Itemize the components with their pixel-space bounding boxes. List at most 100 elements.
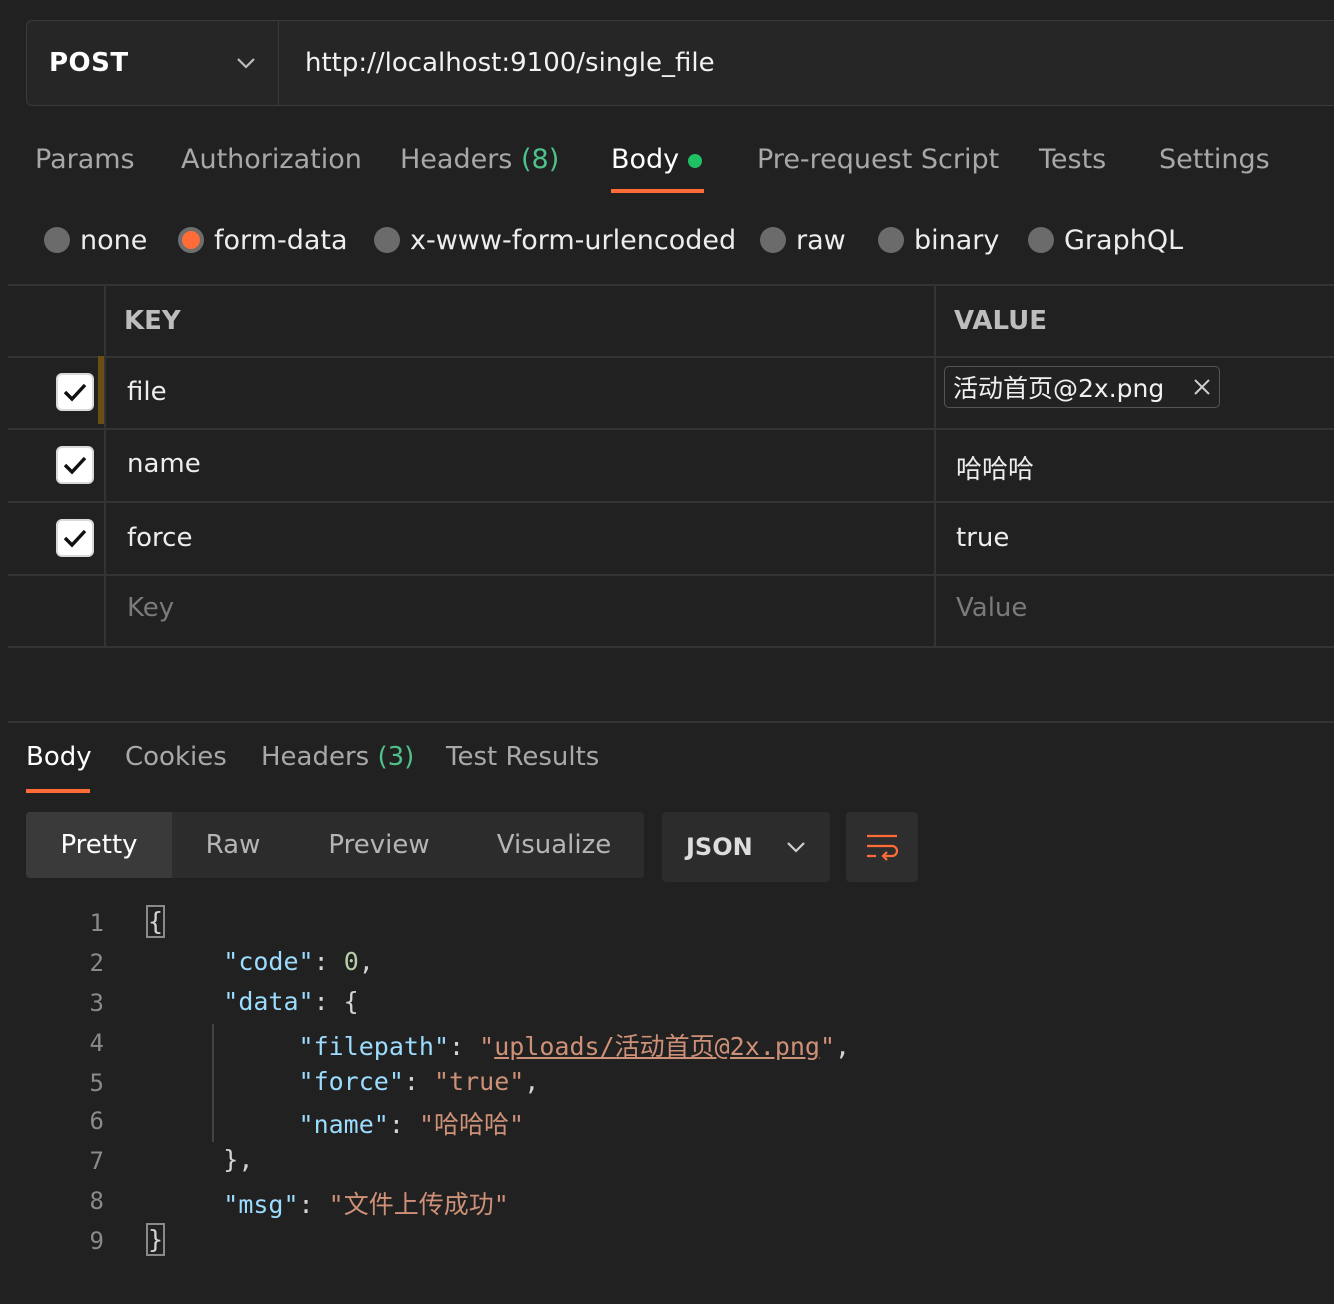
row-drag-handle[interactable] xyxy=(98,356,104,424)
tab-pre-request-script[interactable]: Pre-request Script xyxy=(757,144,999,175)
key-cell[interactable]: name xyxy=(127,449,201,479)
row-checkbox-file[interactable] xyxy=(56,373,94,411)
code-line: "msg": "文件上传成功" xyxy=(223,1190,509,1219)
form-data-table: KEY VALUE file 活动首页@2x.png name 哈哈哈 forc… xyxy=(8,284,1334,648)
divider xyxy=(934,284,936,648)
line-number: 7 xyxy=(89,1147,104,1175)
active-tab-indicator xyxy=(611,189,704,193)
body-status-dot xyxy=(688,154,702,168)
line-number: 3 xyxy=(89,989,104,1017)
tab-label: Headers xyxy=(261,742,370,772)
tab-label: Cookies xyxy=(125,742,227,772)
checkmark-icon xyxy=(63,383,87,402)
tab-label: Tests xyxy=(1039,144,1107,175)
tab-params[interactable]: Params xyxy=(35,144,135,175)
row-checkbox-force[interactable] xyxy=(56,519,94,557)
chevron-down-icon xyxy=(237,58,255,69)
tab-body[interactable]: Body xyxy=(611,144,679,175)
divider xyxy=(8,356,1334,358)
tab-label: Params xyxy=(35,144,135,175)
json-number: 0 xyxy=(343,947,359,976)
wrap-lines-icon xyxy=(867,834,899,861)
tab-headers[interactable]: Headers (8) xyxy=(400,144,559,175)
radio-graphql[interactable]: GraphQL xyxy=(1028,223,1183,257)
code-line: }, xyxy=(148,1145,253,1174)
key-placeholder[interactable]: Key xyxy=(127,593,174,623)
radio-dot xyxy=(878,227,904,253)
format-select[interactable]: JSON xyxy=(662,812,830,882)
matched-brace: { xyxy=(145,905,166,938)
headers-count: (8) xyxy=(520,144,560,175)
line-number: 8 xyxy=(89,1187,104,1215)
radio-label: form-data xyxy=(214,224,348,256)
radio-label: x-www-form-urlencoded xyxy=(410,224,737,256)
json-key: "filepath" xyxy=(298,1032,450,1061)
view-pretty-button[interactable]: Pretty xyxy=(26,812,172,878)
radio-form-data[interactable]: form-data xyxy=(178,223,348,257)
tab-tests[interactable]: Tests xyxy=(1039,144,1106,175)
key-header: KEY xyxy=(124,306,181,336)
response-tab-headers[interactable]: Headers (3) xyxy=(261,742,414,772)
url-input[interactable]: http://localhost:9100/single_file xyxy=(279,21,715,105)
json-punct: }, xyxy=(223,1145,254,1174)
divider xyxy=(104,284,106,648)
value-cell[interactable]: 哈哈哈 xyxy=(956,449,1034,486)
view-mode-group: Pretty Raw Preview Visualize xyxy=(26,812,644,878)
key-cell[interactable]: file xyxy=(127,377,167,407)
json-key: "data" xyxy=(223,987,314,1016)
close-icon[interactable] xyxy=(1193,378,1211,396)
tab-label: Headers xyxy=(400,144,513,175)
code-line: "data": { xyxy=(223,987,359,1016)
value-placeholder[interactable]: Value xyxy=(956,593,1027,623)
value-cell[interactable]: true xyxy=(956,523,1009,553)
json-key: "force" xyxy=(298,1067,404,1096)
tab-label: Test Results xyxy=(446,742,600,772)
key-cell[interactable]: force xyxy=(127,523,192,553)
response-tab-body[interactable]: Body xyxy=(26,742,92,772)
file-chip-name: 活动首页@2x.png xyxy=(953,374,1165,403)
tab-label: Body xyxy=(26,742,92,772)
method-select[interactable]: POST xyxy=(27,21,279,105)
radio-binary[interactable]: binary xyxy=(878,223,999,257)
chevron-down-icon xyxy=(787,842,805,853)
radio-dot xyxy=(760,227,786,253)
code-line: "force": "true", xyxy=(298,1067,540,1096)
response-tab-test-results[interactable]: Test Results xyxy=(446,742,599,772)
method-label: POST xyxy=(49,48,129,78)
view-preview-button[interactable]: Preview xyxy=(294,812,464,878)
radio-label: raw xyxy=(796,224,846,256)
code-line: } xyxy=(145,1223,166,1256)
tab-settings[interactable]: Settings xyxy=(1159,144,1270,175)
filepath-link[interactable]: uploads/活动首页@2x.png xyxy=(494,1032,820,1061)
line-number: 4 xyxy=(89,1029,104,1057)
view-visualize-button[interactable]: Visualize xyxy=(464,812,644,878)
divider xyxy=(8,721,1334,723)
tab-authorization[interactable]: Authorization xyxy=(181,144,362,175)
file-chip: 活动首页@2x.png xyxy=(944,366,1220,408)
tab-label: Body xyxy=(611,144,680,175)
wrap-lines-button[interactable] xyxy=(846,812,918,882)
radio-none[interactable]: none xyxy=(44,223,147,257)
line-number: 1 xyxy=(89,909,104,937)
radio-label: GraphQL xyxy=(1064,224,1184,256)
row-checkbox-name[interactable] xyxy=(56,446,94,484)
radio-x-www-form-urlencoded[interactable]: x-www-form-urlencoded xyxy=(374,223,736,257)
view-raw-button[interactable]: Raw xyxy=(172,812,294,878)
divider xyxy=(8,428,1334,430)
response-tab-cookies[interactable]: Cookies xyxy=(125,742,227,772)
active-tab-indicator xyxy=(26,789,90,793)
radio-label: binary xyxy=(914,224,1000,256)
checkmark-icon xyxy=(63,529,87,548)
radio-dot xyxy=(374,227,400,253)
json-string: "文件上传成功" xyxy=(328,1190,509,1219)
divider xyxy=(8,284,1334,286)
headers-count: (3) xyxy=(377,742,415,772)
code-line: "filepath": "uploads/活动首页@2x.png", xyxy=(298,1032,851,1061)
json-key: "msg" xyxy=(223,1190,299,1219)
divider xyxy=(8,646,1334,648)
radio-dot-selected xyxy=(178,227,204,253)
line-number: 5 xyxy=(89,1069,104,1097)
url-bar: POST http://localhost:9100/single_file xyxy=(26,20,1334,106)
line-number: 2 xyxy=(89,949,104,977)
radio-raw[interactable]: raw xyxy=(760,223,846,257)
